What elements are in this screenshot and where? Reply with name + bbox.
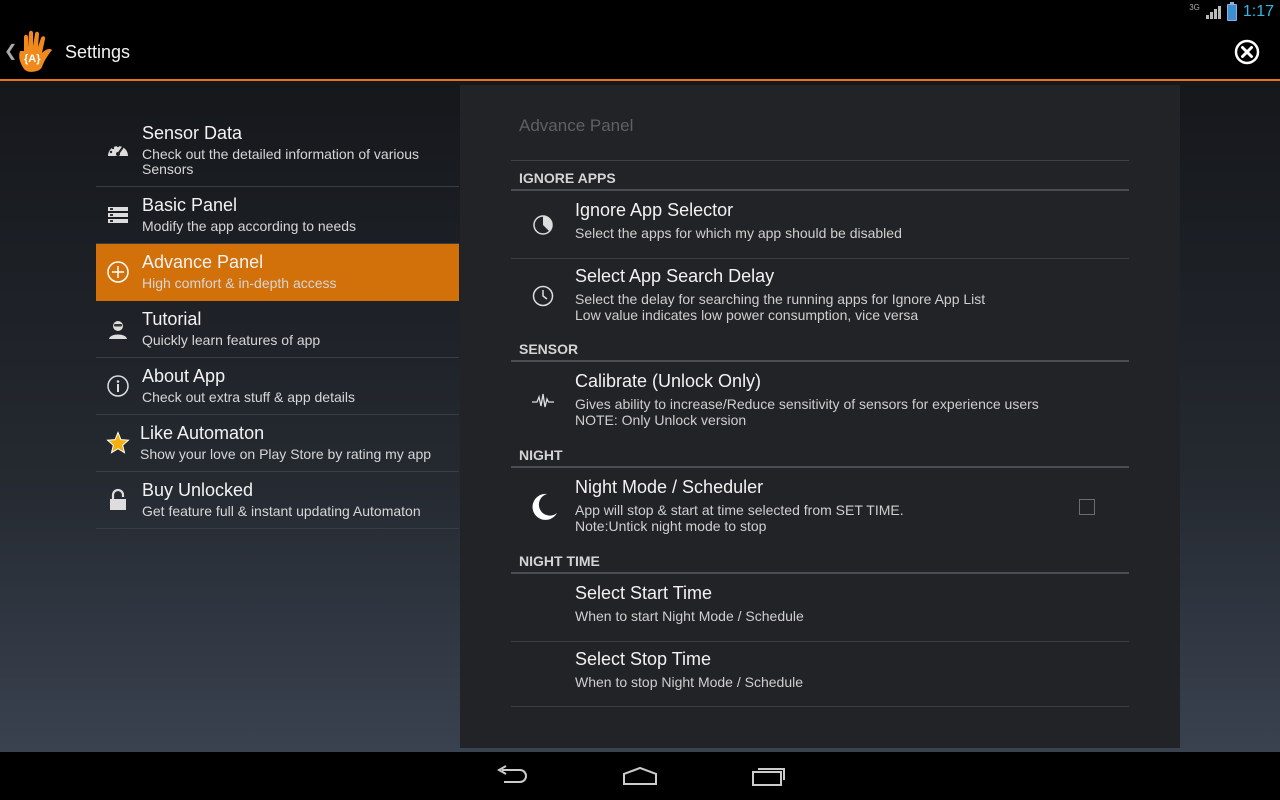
recent-apps-icon[interactable] (750, 764, 786, 788)
pref-summary: Select the apps for which my app should … (575, 225, 902, 241)
moon-icon (532, 493, 557, 520)
section-label: IGNORE APPS (519, 170, 616, 186)
sidebar-item-title: Basic Panel (142, 195, 238, 215)
section-label: SENSOR (519, 341, 579, 357)
waveform-icon (532, 393, 554, 408)
section-header-night: NIGHT (511, 444, 1129, 468)
sidebar-item-title: Like Automaton (140, 423, 265, 443)
star-icon (106, 431, 130, 454)
pref-summary: App will stop & start at time selected f… (575, 502, 904, 534)
pref-select-start-time[interactable]: Select Start Time When to start Night Mo… (511, 576, 1129, 642)
sidebar-item-subtitle: Get feature full & instant updating Auto… (142, 503, 421, 519)
night-mode-checkbox[interactable] (1079, 499, 1095, 515)
pref-select-stop-time[interactable]: Select Stop Time When to stop Night Mode… (511, 642, 1129, 707)
clock-icon (532, 285, 554, 307)
sidebar-item-title: Tutorial (142, 309, 202, 329)
pref-select-app-search-delay[interactable]: Select App Search Delay Select the delay… (511, 259, 1129, 335)
sidebar-item-title: Sensor Data (142, 123, 243, 143)
pref-summary: When to start Night Mode / Schedule (575, 608, 804, 624)
sidebar-item-subtitle: Quickly learn features of app (142, 332, 321, 348)
pref-summary-line: Select the delay for searching the runni… (575, 291, 986, 307)
sidebar-item-title: About App (142, 366, 226, 386)
section-header-sensor: SENSOR (511, 338, 1129, 362)
pref-summary-line: App will stop & start at time selected f… (575, 502, 904, 518)
close-icon[interactable] (1234, 39, 1260, 65)
home-icon[interactable] (622, 764, 658, 788)
app-logo-hand-icon[interactable]: {A} (14, 29, 56, 75)
pref-calibrate[interactable]: Calibrate (Unlock Only) Gives ability to… (511, 364, 1129, 444)
person-icon (109, 321, 127, 339)
pref-title: Select Start Time (575, 583, 713, 603)
status-bar: 3G 1:17 (0, 0, 1280, 25)
pref-summary-line: When to start Night Mode / Schedule (575, 608, 804, 624)
pref-summary-line: Select the apps for which my app should … (575, 225, 902, 241)
section-label: NIGHT TIME (519, 553, 600, 569)
pref-summary: Gives ability to increase/Reduce sensiti… (575, 396, 1039, 428)
sidebar-item-subtitle: Show your love on Play Store by rating m… (140, 446, 432, 462)
lock-icon (110, 488, 126, 510)
sidebar-item-title: Advance Panel (142, 252, 264, 272)
navigation-bar (0, 752, 1280, 800)
sidebar-item-about-app[interactable]: About App Check out extra stuff & app de… (96, 358, 459, 415)
pref-title: Select App Search Delay (575, 266, 775, 286)
sidebar-item-subtitle: Check out the detailed information of va… (142, 146, 420, 177)
section-label: NIGHT (519, 447, 563, 463)
sidebar-item-subtitle: Modify the app according to needs (142, 218, 357, 234)
pref-summary-line: NOTE: Only Unlock version (575, 412, 747, 428)
sidebar-item-subtitle: Check out extra stuff & app details (142, 389, 355, 405)
status-clock: 1:17 (1242, 3, 1274, 20)
section-header-night-time: NIGHT TIME (511, 550, 1129, 574)
network-type: 3G (1189, 2, 1200, 12)
sidebar-item-like-automaton[interactable]: Like Automaton Show your love on Play St… (96, 415, 459, 472)
panel-title: Advance Panel (519, 116, 634, 135)
svg-text:{A}: {A} (24, 53, 41, 65)
sidebar-list: Sensor Data Check out the detailed infor… (96, 114, 459, 529)
pref-summary-line: Gives ability to increase/Reduce sensiti… (575, 396, 1039, 412)
status-icons: 3G 1:17 (1189, 1, 1274, 21)
pref-summary: When to stop Night Mode / Schedule (575, 674, 803, 690)
pref-night-mode-scheduler[interactable]: Night Mode / Scheduler App will stop & s… (511, 470, 1129, 550)
sidebar-item-buy-unlocked[interactable]: Buy Unlocked Get feature full & instant … (96, 472, 459, 529)
sidebar-item-advance-panel[interactable]: Advance Panel High comfort & in-depth ac… (96, 244, 459, 301)
pref-summary-line: Note:Untick night mode to stop (575, 518, 767, 534)
pref-title: Calibrate (Unlock Only) (575, 371, 762, 391)
pref-title: Night Mode / Scheduler (575, 477, 764, 497)
pref-title: Select Stop Time (575, 649, 712, 669)
section-header-ignore-apps: IGNORE APPS (511, 167, 1129, 191)
pie-chart-icon (533, 215, 553, 235)
pref-summary-line: Low value indicates low power consumptio… (575, 307, 919, 323)
content-area: Sensor Data Check out the detailed infor… (0, 81, 1280, 752)
sidebar-item-basic-panel[interactable]: Basic Panel Modify the app according to … (96, 187, 459, 244)
plus-circle-icon (107, 261, 129, 283)
pref-ignore-app-selector[interactable]: Ignore App Selector Select the apps for … (511, 193, 1129, 259)
dashboard-gauge-icon (108, 144, 128, 156)
advance-panel: Advance Panel IGNORE APPS Ignore App Sel… (460, 85, 1180, 748)
sidebar-item-subtitle: High comfort & in-depth access (142, 275, 337, 291)
action-bar: ❮ {A} Settings (0, 25, 1280, 81)
sidebar-item-title: Buy Unlocked (142, 480, 254, 500)
pref-title: Ignore App Selector (575, 200, 734, 220)
sidebar-item-sensor-data[interactable]: Sensor Data Check out the detailed infor… (96, 114, 459, 187)
pref-summary: Select the delay for searching the runni… (575, 291, 985, 323)
sidebar-item-tutorial[interactable]: Tutorial Quickly learn features of app (96, 301, 459, 358)
battery-icon (1226, 1, 1237, 21)
page-title: Settings (65, 42, 131, 62)
back-icon[interactable] (494, 764, 530, 788)
pref-summary-line: When to stop Night Mode / Schedule (575, 674, 804, 690)
info-icon (107, 375, 129, 397)
panel-divider (511, 160, 1129, 161)
server-stack-icon (108, 207, 128, 223)
signal-icon (1205, 5, 1221, 19)
